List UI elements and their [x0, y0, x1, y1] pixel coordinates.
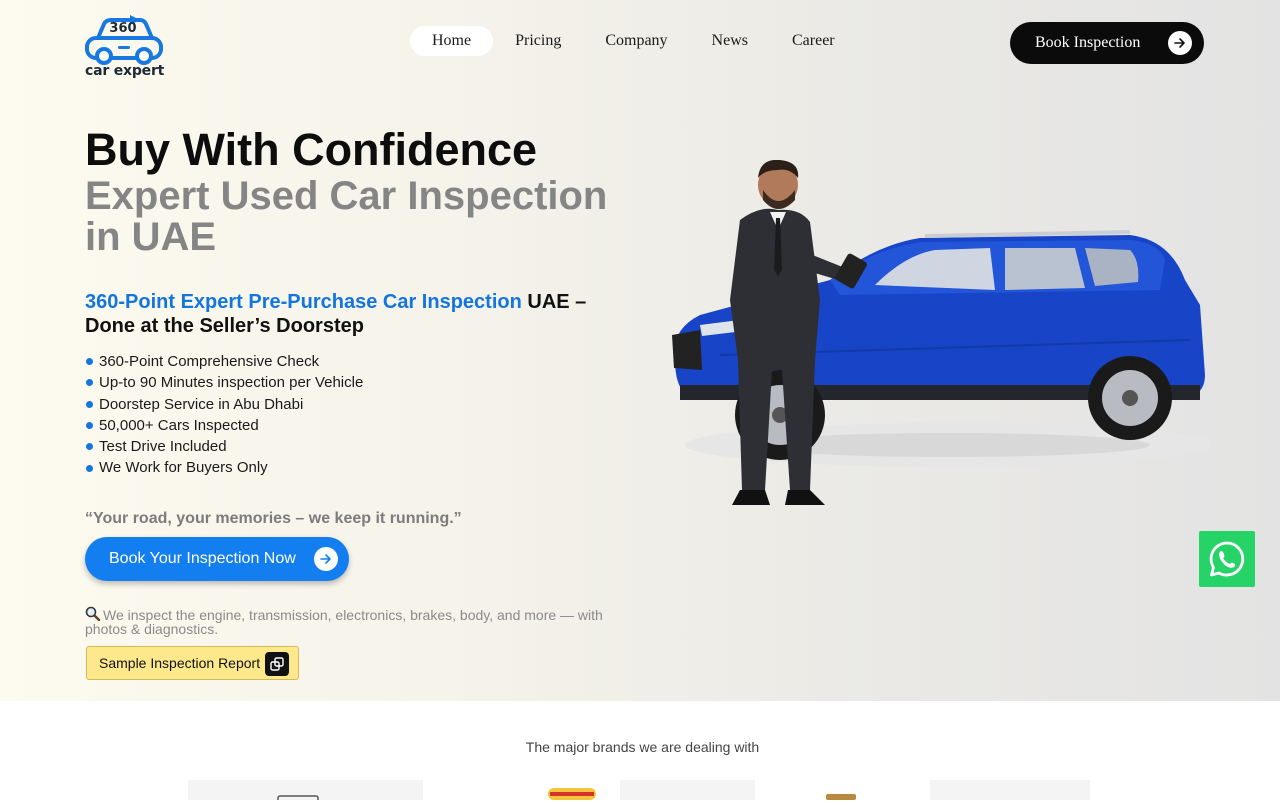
logo-text: car expert: [85, 63, 165, 79]
external-link-icon: [265, 652, 289, 676]
brand-logos-row: [0, 780, 1280, 803]
hero-subtitle: Expert Used Car Inspection in UAE: [85, 174, 608, 259]
feature-item: 360-Point Comprehensive Check: [85, 351, 363, 372]
magnifier-icon: [85, 606, 103, 622]
hero-section: 360 car expert Home Pricing Company News…: [0, 0, 1280, 701]
nav-company[interactable]: Company: [583, 26, 689, 56]
main-nav: Home Pricing Company News Career: [410, 24, 870, 58]
nav-home[interactable]: Home: [410, 26, 494, 56]
feature-item: Test Drive Included: [85, 436, 363, 457]
whatsapp-icon: [1209, 541, 1245, 577]
nav-pricing[interactable]: Pricing: [493, 26, 583, 56]
arrow-right-icon: [314, 547, 338, 571]
car-logo-icon: 360: [85, 15, 163, 65]
hero-title: Buy With Confidence: [85, 124, 538, 175]
feature-text: 360-Point Comprehensive Check: [99, 353, 320, 370]
hero-illustration: [660, 159, 1215, 520]
brand-logo[interactable]: 360 car expert: [84, 10, 166, 80]
book-inspection-button[interactable]: Book Inspection: [1010, 22, 1204, 64]
feature-item: Up-to 90 Minutes inspection per Vehicle: [85, 372, 363, 393]
hero-quote: “Your road, your memories – we keep it r…: [85, 510, 462, 527]
car-inspector-image: [672, 159, 1215, 505]
brand-logo-card: [188, 780, 423, 803]
feature-list: 360-Point Comprehensive Check Up-to 90 M…: [85, 351, 363, 479]
brand-logo-card: [930, 780, 1090, 800]
book-your-inspection-button[interactable]: Book Your Inspection Now: [85, 537, 349, 581]
sample-report-button[interactable]: Sample Inspection Report: [86, 646, 299, 680]
brand-logo-card: [620, 780, 755, 800]
feature-text: Doorstep Service in Abu Dhabi: [99, 395, 304, 413]
bullet-icon: [86, 400, 93, 408]
hero-tagline: 360-Point Expert Pre-Purchase Car Inspec…: [85, 290, 625, 338]
bullet-icon: [86, 422, 93, 430]
arrow-right-icon: [1168, 31, 1192, 55]
inspection-note: We inspect the engine, transmission, ele…: [85, 606, 630, 636]
bullet-icon: [86, 464, 93, 472]
whatsapp-button[interactable]: [1199, 531, 1255, 587]
logo-number: 360: [109, 21, 136, 36]
cta-label: Book Your Inspection Now: [109, 550, 296, 567]
feature-text: We Work for Buyers Only: [99, 459, 268, 477]
brand-logo-card: [470, 780, 605, 800]
report-label: Sample Inspection Report: [99, 655, 261, 671]
bullet-icon: [86, 358, 93, 366]
tagline-highlight: 360-Point Expert Pre-Purchase Car Inspec…: [85, 291, 522, 313]
feature-item: Doorstep Service in Abu Dhabi: [85, 394, 363, 415]
book-inspection-label: Book Inspection: [1035, 34, 1141, 51]
note-text: We inspect the engine, transmission, ele…: [85, 607, 603, 637]
brand-logo-card: [770, 780, 910, 800]
brands-title: The major brands we are dealing with: [525, 739, 760, 755]
bullet-icon: [86, 379, 93, 387]
feature-text: 50,000+ Cars Inspected: [99, 416, 259, 434]
bullet-icon: [86, 443, 93, 451]
nav-news[interactable]: News: [690, 26, 770, 56]
nav-career[interactable]: Career: [770, 26, 857, 56]
feature-text: Up-to 90 Minutes inspection per Vehicle: [99, 374, 364, 392]
feature-item: 50,000+ Cars Inspected: [85, 415, 363, 436]
feature-item: We Work for Buyers Only: [85, 457, 363, 478]
feature-text: Test Drive Included: [99, 438, 227, 456]
